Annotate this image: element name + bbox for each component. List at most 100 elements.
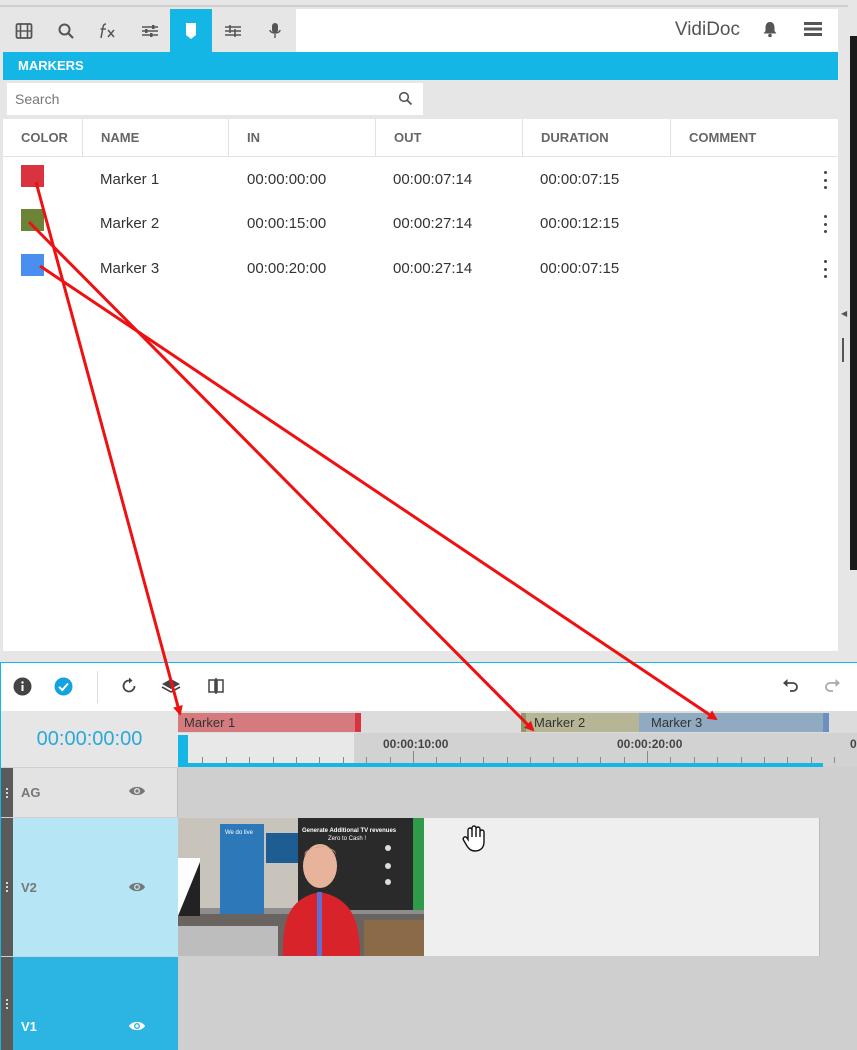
table-header: COLOR NAME IN OUT DURATION COMMENT [3, 119, 838, 157]
notifications-button[interactable] [762, 20, 778, 43]
markers-tool-button[interactable] [170, 9, 213, 52]
clip-banner-text: Generate Additional TV revenues [302, 828, 397, 834]
redo-button[interactable] [823, 677, 841, 698]
search-input[interactable] [7, 83, 387, 115]
hand-cursor-icon [462, 825, 485, 852]
snap-toggle-button[interactable] [54, 677, 73, 701]
mic-tool-button[interactable] [254, 9, 296, 52]
row-menu-button[interactable] [820, 260, 830, 278]
timecode-display: 00:00:00:00 [1, 711, 178, 767]
timeline-marker-3[interactable]: Marker 3 [639, 713, 829, 732]
marker-name: Marker 3 [100, 260, 160, 277]
timeline-marker-1[interactable]: Marker 1 [178, 713, 361, 732]
column-header-comment[interactable]: COMMENT [671, 119, 838, 157]
collapse-arrow-icon[interactable]: ◀ [841, 309, 847, 318]
playhead[interactable] [178, 735, 188, 763]
clip-banner-subtext: Zero to Cash ! [328, 836, 366, 842]
check-circle-icon [54, 677, 73, 696]
eye-icon [129, 1021, 145, 1031]
track-visibility-toggle[interactable] [128, 880, 146, 899]
film-tool-button[interactable] [3, 9, 45, 52]
redo-icon [825, 679, 840, 692]
timeline-panel: 00:00:00:00 Marker 1 Marker 2 Marker 3 0… [0, 662, 857, 1050]
panel-splitter[interactable] [838, 9, 848, 652]
video-clip[interactable]: Generate Additional TV revenues Zero to … [178, 818, 424, 956]
sliders-tool-button[interactable] [129, 9, 171, 52]
splitter-grip[interactable] [842, 338, 844, 362]
track-name: AG [21, 785, 41, 800]
column-header-out[interactable]: OUT [376, 119, 523, 157]
marker-in: 00:00:00:00 [247, 171, 327, 188]
marker-out: 00:00:27:14 [393, 260, 473, 277]
marker-duration: 00:00:07:15 [540, 260, 620, 277]
track-drag-handle[interactable] [1, 818, 13, 956]
player-edge [850, 36, 857, 570]
film-icon [15, 22, 33, 39]
split-button[interactable] [207, 677, 225, 700]
ruler-progress-bar [178, 763, 823, 767]
hamburger-menu-button[interactable] [804, 21, 822, 42]
color-swatch[interactable] [21, 209, 44, 231]
tracks-tool-button[interactable] [212, 9, 254, 52]
track-lane-v1[interactable] [178, 957, 857, 1050]
table-row[interactable]: Marker 1 00:00:00:00 00:00:07:14 00:00:0… [3, 158, 838, 202]
clip-tagline-text: We do live [225, 830, 254, 836]
marker-duration: 00:00:12:15 [540, 215, 620, 232]
ruler-tick [413, 751, 414, 763]
undo-button[interactable] [782, 677, 800, 698]
track-lane-ag[interactable] [178, 768, 857, 817]
timeline-marker-2[interactable]: Marker 2 [521, 713, 639, 732]
main-toolbar: VidiDoc [3, 9, 838, 52]
track-name: V2 [21, 880, 37, 895]
color-swatch[interactable] [21, 254, 44, 276]
row-menu-button[interactable] [820, 171, 830, 189]
table-row[interactable]: Marker 2 00:00:15:00 00:00:27:14 00:00:1… [3, 202, 838, 246]
split-icon [208, 678, 224, 694]
track-visibility-toggle[interactable] [128, 784, 146, 803]
search-icon[interactable] [398, 91, 413, 106]
track-header-v2[interactable]: V2 [1, 818, 178, 956]
tracks-icon [225, 24, 242, 37]
tool-group [3, 9, 296, 52]
markers-table: COLOR NAME IN OUT DURATION COMMENT Marke… [3, 119, 838, 651]
time-ruler[interactable]: Marker 1 Marker 2 Marker 3 00:00:10:00 0… [178, 711, 857, 767]
column-header-color[interactable]: COLOR [3, 119, 83, 157]
info-button[interactable] [13, 677, 32, 701]
hamburger-icon [804, 22, 822, 36]
track-drag-handle[interactable] [1, 957, 13, 1050]
marker-in: 00:00:15:00 [247, 215, 327, 232]
refresh-button[interactable] [120, 677, 138, 700]
track-drag-handle[interactable] [1, 768, 13, 817]
clip-thumbnail: Generate Additional TV revenues Zero to … [178, 818, 424, 956]
sliders-icon [141, 24, 158, 37]
eye-icon [129, 882, 145, 892]
column-header-duration[interactable]: DURATION [523, 119, 671, 157]
marker-out: 00:00:07:14 [393, 171, 473, 188]
column-header-in[interactable]: IN [229, 119, 376, 157]
track-lane-v2[interactable]: Generate Additional TV revenues Zero to … [178, 818, 857, 956]
layers-button[interactable] [161, 677, 181, 700]
bell-icon [763, 22, 777, 38]
ruler-label-20s: 00:00:20:00 [617, 737, 683, 751]
row-menu-button[interactable] [820, 215, 830, 233]
panel-title: MARKERS [3, 52, 838, 80]
timeline-toolbar [1, 663, 857, 711]
track-header-ag[interactable]: AG [1, 768, 178, 817]
fx-tool-button[interactable] [87, 9, 129, 52]
table-row[interactable]: Marker 3 00:00:20:00 00:00:27:14 00:00:0… [3, 247, 838, 291]
color-swatch[interactable] [21, 165, 44, 187]
info-icon [13, 677, 32, 696]
track-visibility-toggle[interactable] [128, 1019, 146, 1038]
fx-icon [99, 22, 115, 38]
ruler-label-10s: 00:00:10:00 [383, 737, 449, 751]
marker-name: Marker 2 [100, 215, 160, 232]
app-name: VidiDoc [674, 19, 740, 40]
app-window: VidiDoc MARKERS COLOR NAME IN OUT DURATI… [0, 0, 857, 1050]
mic-icon [269, 22, 281, 38]
search-tool-button[interactable] [45, 9, 87, 52]
ruler-tick [647, 751, 648, 763]
track-header-v1[interactable]: V1 [1, 957, 178, 1050]
column-header-name[interactable]: NAME [83, 119, 229, 157]
markers-panel: VidiDoc MARKERS COLOR NAME IN OUT DURATI… [0, 0, 848, 652]
ruler-work-area [178, 733, 354, 767]
